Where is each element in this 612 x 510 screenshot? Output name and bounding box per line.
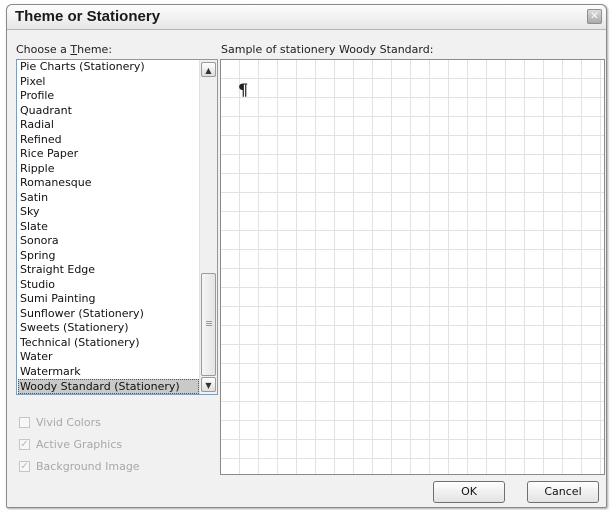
title-bar[interactable]: Theme or Stationery ✕: [7, 5, 606, 30]
theme-list-item[interactable]: Radial: [17, 118, 199, 133]
theme-list-scrollbar[interactable]: ▲ ▼: [199, 60, 217, 394]
theme-list-item[interactable]: Straight Edge: [17, 263, 199, 278]
background-image-label: Background Image: [36, 460, 140, 473]
active-graphics-label: Active Graphics: [36, 438, 123, 451]
preview-label: Sample of stationery Woody Standard:: [221, 43, 434, 56]
theme-list-item[interactable]: Pie Charts (Stationery): [17, 60, 199, 75]
theme-list-items: Pie Charts (Stationery) Pixel Profile Quadr…: [17, 60, 199, 394]
theme-list-item[interactable]: Refined: [17, 133, 199, 148]
theme-list-item[interactable]: Romanesque: [17, 176, 199, 191]
choose-theme-label-prefix: Choose a: [16, 43, 71, 56]
theme-list-item[interactable]: Sonora: [17, 234, 199, 249]
vivid-colors-checkbox: [19, 417, 30, 428]
ok-button[interactable]: OK: [433, 481, 505, 503]
theme-list-item[interactable]: Satin: [17, 191, 199, 206]
scrollbar-thumb[interactable]: [201, 273, 216, 376]
vivid-colors-label: Vivid Colors: [36, 416, 101, 429]
theme-list-item[interactable]: Studio: [17, 278, 199, 293]
scroll-down-icon[interactable]: ▼: [201, 377, 216, 392]
theme-list-item[interactable]: Woody Standard (Stationery): [18, 379, 199, 394]
theme-list-item[interactable]: Sky: [17, 205, 199, 220]
pilcrow-mark: ¶: [238, 80, 249, 99]
theme-list-item[interactable]: Sweets (Stationery): [17, 321, 199, 336]
active-graphics-checkbox: ✓: [19, 439, 30, 450]
thumb-grip-line: [206, 323, 212, 324]
close-icon[interactable]: ✕: [587, 9, 602, 24]
choose-theme-label: Choose a Theme:: [16, 43, 112, 56]
cancel-button[interactable]: Cancel: [527, 481, 599, 503]
thumb-grip-line: [206, 325, 212, 326]
stationery-preview: ¶: [220, 59, 605, 475]
dialog-title: Theme or Stationery: [15, 8, 161, 25]
theme-listbox[interactable]: Pie Charts (Stationery) Pixel Profile Quadr…: [16, 59, 218, 395]
theme-list-item[interactable]: Watermark: [17, 365, 199, 380]
theme-list-item[interactable]: Technical (Stationery): [17, 336, 199, 351]
choose-theme-label-suffix: heme:: [77, 43, 113, 56]
theme-list-item[interactable]: Spring: [17, 249, 199, 264]
theme-list-item[interactable]: Water: [17, 350, 199, 365]
theme-list-item[interactable]: Pixel: [17, 75, 199, 90]
theme-list-item[interactable]: Quadrant: [17, 104, 199, 119]
theme-list-item[interactable]: Ripple: [17, 162, 199, 177]
theme-dialog: Theme or Stationery ✕ Choose a Theme: Pi…: [6, 4, 607, 508]
theme-list-item[interactable]: Sumi Painting: [17, 292, 199, 307]
theme-list-item[interactable]: Sunflower (Stationery): [17, 307, 199, 322]
background-image-checkbox: ✓: [19, 461, 30, 472]
thumb-grip-line: [206, 321, 212, 322]
theme-list-item[interactable]: Rice Paper: [17, 147, 199, 162]
theme-list-item[interactable]: Profile: [17, 89, 199, 104]
theme-list-item[interactable]: Slate: [17, 220, 199, 235]
scroll-up-icon[interactable]: ▲: [201, 62, 216, 77]
